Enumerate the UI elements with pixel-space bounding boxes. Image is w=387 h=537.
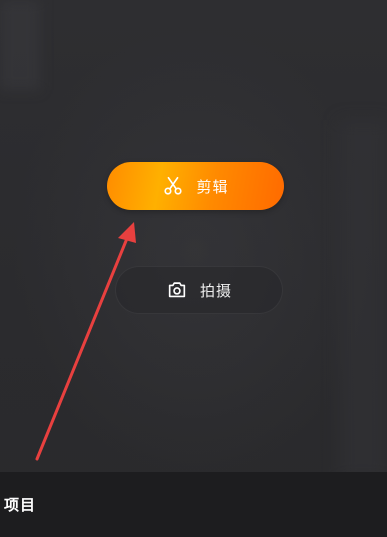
camera-icon: [166, 279, 188, 301]
shoot-button-label: 拍摄: [199, 281, 232, 300]
edit-button[interactable]: 剪辑: [107, 162, 284, 210]
edit-button-label: 剪辑: [196, 177, 229, 196]
shoot-button[interactable]: 拍摄: [115, 266, 283, 314]
scissors-icon: [162, 175, 184, 197]
background-blur-left: [0, 0, 40, 90]
projects-tab[interactable]: 项目: [4, 494, 36, 515]
bottom-nav-bar: 项目: [0, 472, 387, 537]
home-screen: 剪辑 拍摄 项目: [0, 0, 387, 537]
background-blur-right: [339, 120, 387, 480]
